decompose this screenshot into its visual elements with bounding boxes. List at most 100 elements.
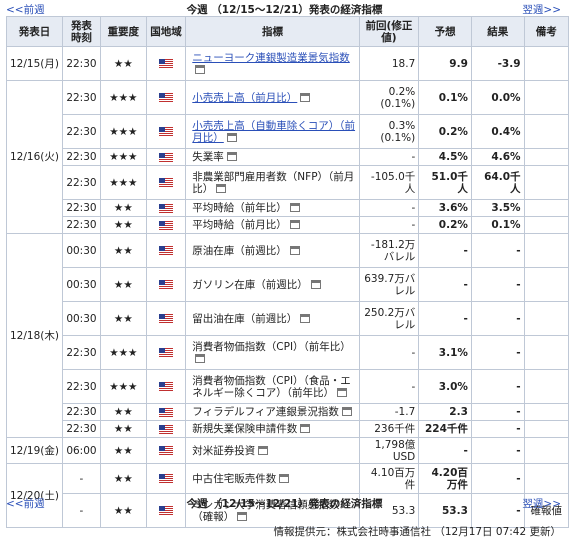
notes-cell bbox=[523, 233, 569, 268]
result-value: 0.1% bbox=[470, 216, 525, 234]
result-value: 0.4% bbox=[470, 114, 525, 149]
indicator-name[interactable]: ニューヨーク連銀製造業景気指数 bbox=[192, 52, 350, 64]
indicator-name: 失業率 bbox=[192, 151, 224, 163]
forecast-value: 2.3 bbox=[418, 403, 472, 421]
popup-window-icon[interactable] bbox=[300, 92, 311, 102]
table-row: 12/19(金) 06:00 ★★ 対米証券投資 1,798億USD - - bbox=[6, 437, 569, 464]
indicator-name: 中古住宅販売件数 bbox=[192, 472, 277, 485]
popup-window-icon[interactable] bbox=[279, 473, 290, 483]
time-cell: 22:30 bbox=[61, 46, 101, 81]
time-cell: 22:30 bbox=[61, 403, 101, 421]
notes-cell bbox=[523, 463, 569, 494]
importance-stars: ★★ bbox=[99, 233, 147, 268]
previous-value: 236千件 bbox=[358, 420, 420, 438]
popup-window-icon[interactable] bbox=[341, 407, 352, 416]
time-cell: 22:30 bbox=[61, 216, 101, 234]
table-row: 12/15(月) 22:30 ★★ ニューヨーク連銀製造業景気指数 18.7 9.9 -3.… bbox=[6, 46, 569, 81]
importance-stars: ★★★ bbox=[99, 335, 147, 370]
popup-window-icon[interactable] bbox=[300, 313, 311, 323]
header-indicator: 指標 bbox=[185, 16, 360, 47]
week-title: 今週 （12/15～12/21）発表の経済指標 bbox=[186, 4, 383, 16]
forecast-value: - bbox=[418, 233, 472, 268]
notes-cell bbox=[523, 148, 569, 166]
popup-window-icon[interactable] bbox=[337, 387, 348, 397]
table-row: 00:30 ★★ 留出油在庫（前週比） 250.2万バレル - - bbox=[7, 301, 569, 336]
forecast-value: - bbox=[418, 267, 472, 302]
notes-cell bbox=[523, 437, 569, 464]
indicator-name: 新規失業保険申請件数 bbox=[192, 423, 298, 435]
indicator-name: ガソリン在庫（前週比） bbox=[192, 278, 308, 291]
popup-window-icon[interactable] bbox=[289, 245, 300, 255]
popup-window-icon[interactable] bbox=[226, 152, 237, 161]
importance-stars: ★★★ bbox=[99, 369, 147, 404]
notes-cell bbox=[523, 216, 569, 234]
notes-cell bbox=[523, 165, 569, 200]
popup-window-icon[interactable] bbox=[289, 203, 300, 212]
notes-cell bbox=[523, 46, 569, 81]
us-flag-icon bbox=[159, 446, 173, 455]
popup-window-icon[interactable] bbox=[195, 353, 206, 363]
us-flag-icon bbox=[159, 424, 173, 434]
indicator-cell: 失業率 bbox=[185, 148, 360, 166]
table-row: 22:30 ★★★ 非農業部門雇用者数（NFP）（前月比） -105.0千人 51.0千… bbox=[7, 165, 569, 200]
indicator-cell: ガソリン在庫（前週比） bbox=[185, 267, 360, 302]
indicator-name[interactable]: 小売売上高（前月比） bbox=[192, 92, 297, 104]
notes-cell bbox=[523, 301, 569, 336]
us-flag-icon bbox=[159, 127, 173, 136]
indicator-cell: 原油在庫（前週比） bbox=[185, 233, 360, 268]
notes-cell bbox=[523, 199, 569, 217]
forecast-value: 3.0% bbox=[418, 369, 472, 404]
time-cell: 22:30 bbox=[61, 80, 101, 115]
popup-window-icon[interactable] bbox=[216, 183, 227, 193]
forecast-value: 4.5% bbox=[418, 148, 472, 166]
previous-value: 4.10百万件 bbox=[358, 463, 420, 494]
country-cell bbox=[145, 301, 187, 336]
date-cell: 12/16(火) bbox=[6, 80, 63, 234]
result-value: - bbox=[470, 369, 525, 404]
indicator-cell: 消費者物価指数（CPI）（食品・エネルギー除くコア）（前年比） bbox=[185, 369, 360, 404]
indicator-name[interactable]: 小売売上高（自動車除くコア）（前月比） bbox=[192, 120, 355, 144]
previous-value: - bbox=[358, 369, 420, 404]
header-time: 発表時刻 bbox=[61, 16, 101, 47]
time-cell: 22:30 bbox=[61, 114, 101, 149]
us-flag-icon bbox=[159, 246, 173, 255]
next-week-link[interactable]: 翌週>> bbox=[522, 2, 561, 17]
header-result: 結果 bbox=[470, 16, 525, 47]
country-cell bbox=[145, 267, 187, 302]
popup-window-icon[interactable] bbox=[289, 220, 300, 229]
header-previous: 前回(修正値) bbox=[358, 16, 420, 47]
indicator-cell[interactable]: ニューヨーク連銀製造業景気指数 bbox=[185, 46, 360, 81]
importance-stars: ★★★ bbox=[99, 114, 147, 149]
indicator-cell: 平均時給（前年比） bbox=[185, 199, 360, 217]
indicator-cell: 対米証券投資 bbox=[185, 437, 360, 464]
date-cell: 12/19(金) bbox=[6, 437, 63, 464]
importance-stars: ★★ bbox=[99, 267, 147, 302]
time-cell: 22:30 bbox=[61, 148, 101, 166]
previous-value: -181.2万バレル bbox=[358, 233, 420, 268]
indicator-name: 平均時給（前年比） bbox=[192, 202, 287, 214]
us-flag-icon bbox=[159, 93, 173, 102]
popup-window-icon[interactable] bbox=[226, 132, 237, 142]
indicator-cell: 中古住宅販売件数 bbox=[185, 463, 360, 494]
importance-stars: ★★ bbox=[99, 463, 147, 494]
table-row: 22:30 ★★★ 消費者物価指数（CPI）（食品・エネルギー除くコア）（前年比） -… bbox=[7, 369, 569, 404]
top-nav: <<前週 今週 （12/15～12/21）発表の経済指標 翌週>> bbox=[0, 0, 569, 16]
popup-window-icon[interactable] bbox=[237, 511, 248, 521]
date-cell: 12/18(木) bbox=[6, 233, 63, 438]
indicator-name: 平均時給（前月比） bbox=[192, 219, 287, 231]
popup-window-icon[interactable] bbox=[300, 424, 311, 433]
indicator-cell[interactable]: 小売売上高（前月比） bbox=[185, 80, 360, 115]
time-cell: 00:30 bbox=[61, 267, 101, 302]
next-week-link-bottom[interactable]: 翌週>> bbox=[522, 496, 561, 511]
us-flag-icon bbox=[159, 203, 173, 213]
popup-window-icon[interactable] bbox=[258, 445, 269, 455]
time-cell: 22:30 bbox=[61, 165, 101, 200]
popup-window-icon[interactable] bbox=[310, 279, 321, 289]
forecast-value: 224千件 bbox=[418, 420, 472, 438]
forecast-value: 3.1% bbox=[418, 335, 472, 370]
indicator-cell[interactable]: 小売売上高（自動車除くコア）（前月比） bbox=[185, 114, 360, 149]
country-cell bbox=[145, 216, 187, 234]
popup-window-icon[interactable] bbox=[195, 64, 206, 74]
notes-cell bbox=[523, 80, 569, 115]
importance-stars: ★★★ bbox=[99, 165, 147, 200]
